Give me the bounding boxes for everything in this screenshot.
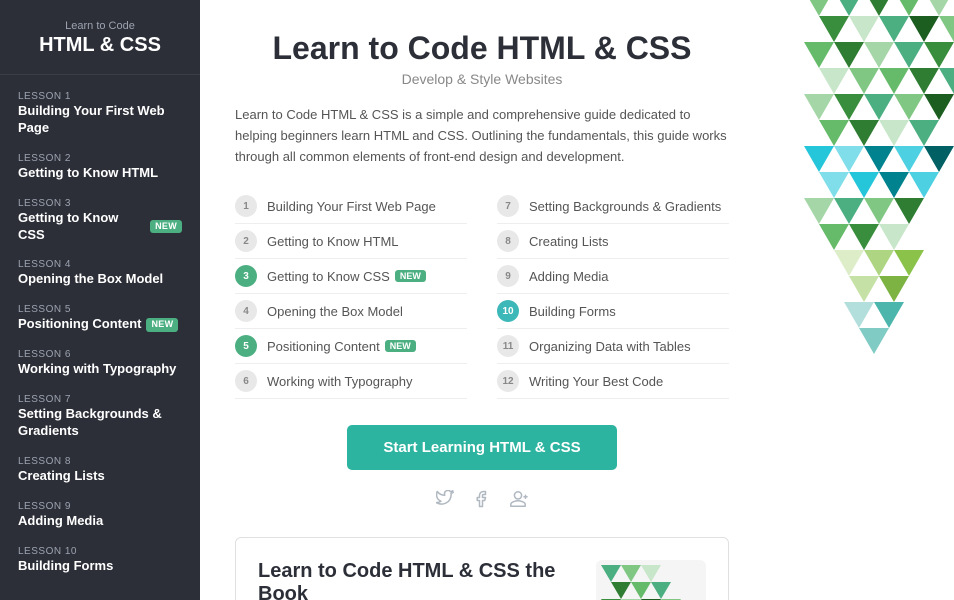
lesson-circle-num: 3 xyxy=(235,265,257,287)
lesson-circle-num: 12 xyxy=(497,370,519,392)
lesson-title: Creating Lists xyxy=(18,468,182,485)
sidebar-lesson-9[interactable]: Lesson 9 Adding Media xyxy=(0,493,200,538)
lesson-circle-num: 4 xyxy=(235,300,257,322)
new-badge-inline: New xyxy=(395,270,426,282)
lesson-title: Getting to Know HTML xyxy=(18,165,182,182)
lesson-grid-label: Getting to Know HTML xyxy=(267,234,399,249)
lesson-grid-item[interactable]: 10 Building Forms xyxy=(497,294,729,329)
lesson-grid-label: Positioning ContentNew xyxy=(267,339,416,354)
lesson-circle-num: 10 xyxy=(497,300,519,322)
sidebar-lesson-7[interactable]: Lesson 7 Setting Backgrounds & Gradients xyxy=(0,386,200,448)
lesson-number: Lesson 7 xyxy=(18,394,182,405)
mosaic-decoration xyxy=(764,0,954,600)
book-section: Learn to Code HTML & CSS the Book Learn … xyxy=(235,537,729,600)
lesson-grid-label: Setting Backgrounds & Gradients xyxy=(529,199,721,214)
lesson-number: Lesson 2 xyxy=(18,153,182,164)
lesson-col-2: 7 Setting Backgrounds & Gradients 8 Crea… xyxy=(497,189,729,399)
decorative-panel xyxy=(764,0,954,600)
lesson-grid-item[interactable]: 8 Creating Lists xyxy=(497,224,729,259)
new-badge: New xyxy=(150,220,182,234)
lesson-title: Positioning ContentNew xyxy=(18,316,182,333)
new-badge-inline: New xyxy=(385,340,416,352)
lesson-title: Opening the Box Model xyxy=(18,271,182,288)
lesson-grid-label: Building Your First Web Page xyxy=(267,199,436,214)
lesson-circle-num: 7 xyxy=(497,195,519,217)
lesson-grid-item[interactable]: 11 Organizing Data with Tables xyxy=(497,329,729,364)
sidebar-header-sub: Learn to Code xyxy=(15,20,185,32)
googleplus-icon[interactable] xyxy=(508,490,528,513)
lesson-number: Lesson 3 xyxy=(18,198,182,209)
lesson-grid-label: Getting to Know CSSNew xyxy=(267,269,426,284)
new-badge: New xyxy=(146,318,178,332)
lesson-grid-label: Working with Typography xyxy=(267,374,412,389)
page-description: Learn to Code HTML & CSS is a simple and… xyxy=(235,105,729,167)
sidebar-lesson-1[interactable]: Lesson 1 Building Your First Web Page xyxy=(0,83,200,145)
sidebar-header: Learn to Code HTML & CSS xyxy=(0,20,200,75)
lesson-circle-num: 5 xyxy=(235,335,257,357)
lesson-title: Getting to Know CSSNew xyxy=(18,210,182,244)
sidebar-lesson-4[interactable]: Lesson 4 Opening the Box Model xyxy=(0,251,200,296)
lesson-grid-label: Organizing Data with Tables xyxy=(529,339,691,354)
lesson-grid-item[interactable]: 3 Getting to Know CSSNew xyxy=(235,259,467,294)
book-title: Learn to Code HTML & CSS the Book xyxy=(258,560,574,600)
lesson-grid: 1 Building Your First Web Page 2 Getting… xyxy=(235,189,729,399)
lesson-grid-label: Adding Media xyxy=(529,269,609,284)
lesson-number: Lesson 6 xyxy=(18,349,182,360)
book-text: Learn to Code HTML & CSS the Book Learn … xyxy=(258,560,574,600)
lesson-col-1: 1 Building Your First Web Page 2 Getting… xyxy=(235,189,467,399)
lesson-grid-item[interactable]: 1 Building Your First Web Page xyxy=(235,189,467,224)
lesson-title: Building Forms xyxy=(18,558,182,575)
lesson-circle-num: 11 xyxy=(497,335,519,357)
lesson-grid-item[interactable]: 4 Opening the Box Model xyxy=(235,294,467,329)
lesson-grid-item[interactable]: 6 Working with Typography xyxy=(235,364,467,399)
sidebar-lessons-list: Lesson 1 Building Your First Web Page Le… xyxy=(0,83,200,583)
sidebar: Learn to Code HTML & CSS Lesson 1 Buildi… xyxy=(0,0,200,600)
lesson-title: Working with Typography xyxy=(18,361,182,378)
lesson-grid-item[interactable]: 9 Adding Media xyxy=(497,259,729,294)
lesson-grid-label: Creating Lists xyxy=(529,234,608,249)
lesson-number: Lesson 8 xyxy=(18,456,182,467)
lesson-number: Lesson 4 xyxy=(18,259,182,270)
lesson-circle-num: 8 xyxy=(497,230,519,252)
lesson-grid-item[interactable]: 2 Getting to Know HTML xyxy=(235,224,467,259)
sidebar-lesson-3[interactable]: Lesson 3 Getting to Know CSSNew xyxy=(0,190,200,252)
twitter-icon[interactable] xyxy=(436,490,454,513)
sidebar-lesson-5[interactable]: Lesson 5 Positioning ContentNew xyxy=(0,296,200,341)
sidebar-header-title: HTML & CSS xyxy=(15,34,185,56)
lesson-grid-item[interactable]: 5 Positioning ContentNew xyxy=(235,329,467,364)
sidebar-lesson-6[interactable]: Lesson 6 Working with Typography xyxy=(0,341,200,386)
main-content: Learn to Code HTML & CSS Develop & Style… xyxy=(200,0,764,600)
lesson-grid-label: Building Forms xyxy=(529,304,616,319)
book-image: Learn to Code xyxy=(596,560,706,600)
sidebar-lesson-10[interactable]: Lesson 10 Building Forms xyxy=(0,538,200,583)
lesson-circle-num: 9 xyxy=(497,265,519,287)
lesson-grid-item[interactable]: 7 Setting Backgrounds & Gradients xyxy=(497,189,729,224)
lesson-number: Lesson 5 xyxy=(18,304,182,315)
lesson-title: Setting Backgrounds & Gradients xyxy=(18,406,182,440)
lesson-circle-num: 1 xyxy=(235,195,257,217)
lesson-grid-item[interactable]: 12 Writing Your Best Code xyxy=(497,364,729,399)
page-title: Learn to Code HTML & CSS xyxy=(235,30,729,67)
lesson-number: Lesson 9 xyxy=(18,501,182,512)
facebook-icon[interactable] xyxy=(472,490,490,513)
lesson-number: Lesson 10 xyxy=(18,546,182,557)
social-icons-row xyxy=(235,490,729,513)
lesson-circle-num: 2 xyxy=(235,230,257,252)
start-learning-button[interactable]: Start Learning HTML & CSS xyxy=(347,425,616,470)
sidebar-lesson-2[interactable]: Lesson 2 Getting to Know HTML xyxy=(0,145,200,190)
lesson-circle-num: 6 xyxy=(235,370,257,392)
page-subtitle: Develop & Style Websites xyxy=(235,71,729,87)
lesson-title: Adding Media xyxy=(18,513,182,530)
lesson-grid-label: Opening the Box Model xyxy=(267,304,403,319)
lesson-title: Building Your First Web Page xyxy=(18,103,182,137)
lesson-grid-label: Writing Your Best Code xyxy=(529,374,663,389)
lesson-number: Lesson 1 xyxy=(18,91,182,102)
sidebar-lesson-8[interactable]: Lesson 8 Creating Lists xyxy=(0,448,200,493)
